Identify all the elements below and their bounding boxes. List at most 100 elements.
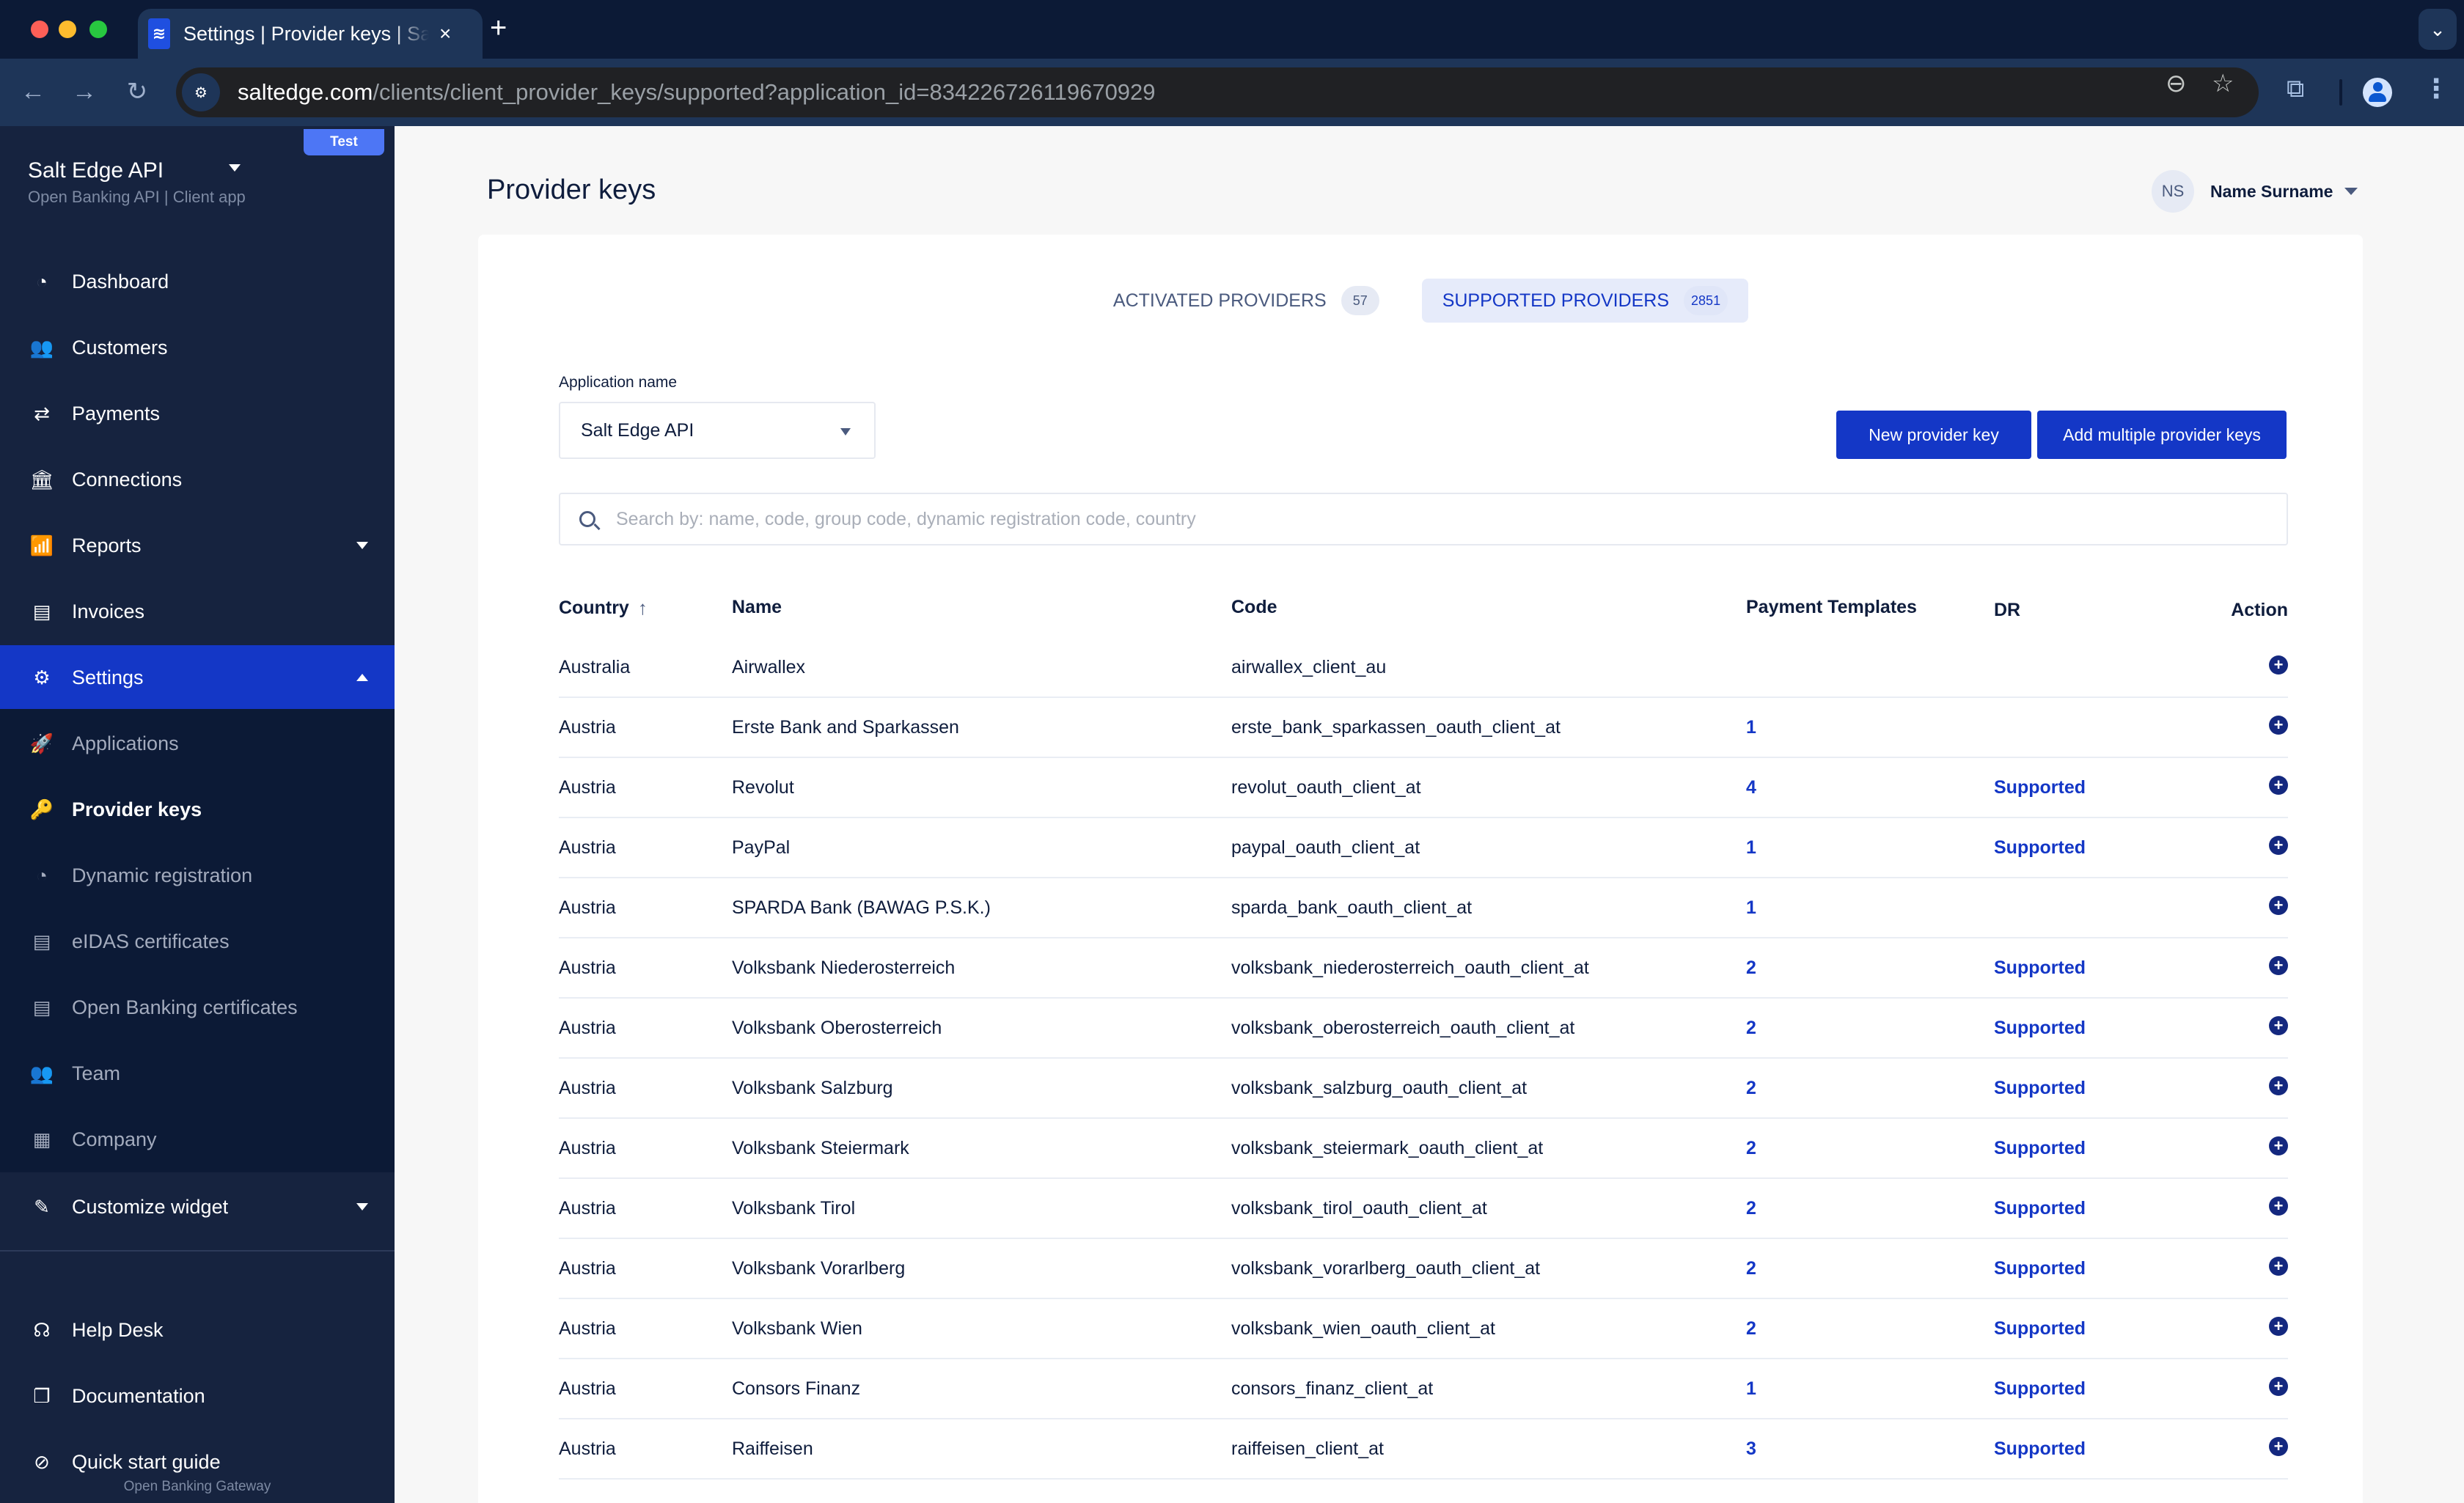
tab-title: Settings | Provider keys | Salt Edge [183, 22, 429, 45]
sidebar-divider [0, 1250, 395, 1252]
application-select-value: Salt Edge API [581, 419, 694, 441]
cell-dr: Supported [1994, 958, 2086, 978]
sidebar-item-customize-widget[interactable]: ✎ Customize widget [0, 1175, 395, 1239]
table-row: Austria Volksbank Wien volksbank_wien_oaut… [559, 1299, 2288, 1359]
app-switcher-caret-icon[interactable] [229, 164, 241, 172]
add-provider-key-plus-icon[interactable]: + [2269, 776, 2288, 795]
column-header-payment-templates: Payment Templates [1746, 597, 1917, 617]
sort-ascending-icon[interactable]: ↑ [638, 597, 648, 620]
cell-payment-templates[interactable]: 2 [1746, 958, 1756, 979]
sidebar-item-help-desk[interactable]: ☊ Help Desk [0, 1298, 395, 1362]
headset-icon: ☊ [33, 1318, 51, 1341]
cell-payment-templates[interactable]: 1 [1746, 837, 1756, 859]
cell-payment-templates[interactable]: 2 [1746, 1018, 1756, 1039]
cell-payment-templates[interactable]: 2 [1746, 1318, 1756, 1340]
add-multiple-provider-keys-button[interactable]: Add multiple provider keys [2037, 411, 2287, 459]
sidebar-item-dashboard[interactable]: ◔ Dashboard [0, 249, 395, 314]
dashboard-gauge-icon: ◔ [36, 270, 48, 293]
add-provider-key-plus-icon[interactable]: + [2269, 1317, 2288, 1336]
certificate-icon: ▤ [32, 930, 51, 952]
cell-payment-templates[interactable]: 2 [1746, 1078, 1756, 1099]
browser-tab-active[interactable]: ≋ Settings | Provider keys | Salt Edge × [138, 9, 483, 59]
tab-supported-providers[interactable]: SUPPORTED PROVIDERS 2851 [1421, 279, 1749, 323]
sidebar-item-label: Provider keys [72, 798, 202, 820]
address-bar[interactable]: ⚙ saltedge.com/clients/client_provider_k… [176, 67, 2259, 117]
zoom-out-icon[interactable]: ⊖ [2166, 69, 2187, 98]
cell-payment-templates[interactable]: 3 [1746, 1438, 1756, 1460]
avatar[interactable]: NS [2152, 170, 2194, 213]
sidebar-item-open-banking-certificates[interactable]: ▤ Open Banking certificates [0, 975, 395, 1040]
sidebar-item-settings[interactable]: ⚙ Settings [0, 645, 395, 710]
add-provider-key-plus-icon[interactable]: + [2269, 836, 2288, 855]
sidebar-item-eidas-certificates[interactable]: ▤ eIDAS certificates [0, 909, 395, 974]
profile-avatar-icon[interactable] [2363, 78, 2392, 107]
sidebar-item-payments[interactable]: ⇄ Payments [0, 381, 395, 446]
cell-payment-templates[interactable]: 1 [1746, 897, 1756, 919]
add-provider-key-plus-icon[interactable]: + [2269, 1377, 2288, 1396]
url-text[interactable]: saltedge.com/clients/client_provider_key… [238, 79, 1156, 106]
sidebar-item-team[interactable]: 👥 Team [0, 1041, 395, 1106]
search-field[interactable] [559, 493, 2288, 545]
caret-down-icon[interactable] [2344, 188, 2358, 195]
extensions-puzzle-icon[interactable]: ⧉ [2287, 75, 2304, 103]
cell-payment-templates[interactable]: 4 [1746, 777, 1756, 798]
tab-activated-providers[interactable]: ACTIVATED PROVIDERS 57 [1093, 279, 1400, 323]
cell-payment-templates[interactable]: 2 [1746, 1198, 1756, 1219]
payments-hand-icon: ⇄ [34, 402, 50, 425]
add-provider-key-plus-icon[interactable]: + [2269, 1016, 2288, 1035]
user-name[interactable]: Name Surname [2210, 182, 2333, 202]
bookmark-star-icon[interactable]: ☆ [2212, 69, 2234, 98]
cell-country: Austria [559, 1078, 616, 1098]
tab-close-icon[interactable]: × [439, 22, 451, 45]
window-zoom-button[interactable] [89, 21, 107, 38]
new-tab-button[interactable]: + [490, 12, 507, 45]
table-row: Australia Airwallex airwallex_client_au + [559, 638, 2288, 698]
sidebar-item-dynamic-registration[interactable]: ◔ Dynamic registration [0, 843, 395, 908]
user-menu[interactable]: NS Name Surname [2152, 170, 2358, 213]
add-provider-key-plus-icon[interactable]: + [2269, 655, 2288, 675]
cell-payment-templates[interactable]: 1 [1746, 1378, 1756, 1400]
add-provider-key-plus-icon[interactable]: + [2269, 956, 2288, 975]
column-header-action: Action [2231, 600, 2288, 620]
window-minimize-button[interactable] [59, 21, 76, 38]
sidebar-item-reports[interactable]: 📶 Reports [0, 513, 395, 578]
add-provider-key-plus-icon[interactable]: + [2269, 896, 2288, 915]
caret-down-icon [840, 428, 851, 436]
back-arrow-icon[interactable]: ← [16, 75, 50, 109]
sidebar-item-connections[interactable]: 🏛 Connections [0, 447, 395, 512]
sidebar-item-invoices[interactable]: ▤ Invoices [0, 579, 395, 644]
add-provider-key-plus-icon[interactable]: + [2269, 1076, 2288, 1095]
cell-code: volksbank_tirol_oauth_client_at [1231, 1198, 1487, 1219]
forward-arrow-icon[interactable]: → [67, 75, 101, 109]
reload-icon[interactable]: ↻ [120, 75, 154, 109]
sidebar-item-provider-keys[interactable]: 🔑 Provider keys [0, 777, 395, 842]
cell-payment-templates[interactable]: 2 [1746, 1138, 1756, 1159]
tab-search-chevron-icon[interactable]: ⌄ [2419, 9, 2457, 50]
sidebar-item-applications[interactable]: 🚀 Applications [0, 711, 395, 776]
site-info-icon[interactable]: ⚙ [182, 73, 220, 111]
new-provider-key-button[interactable]: New provider key [1836, 411, 2031, 459]
sidebar-item-label: Customers [72, 336, 168, 359]
app-title[interactable]: Salt Edge API [28, 158, 164, 183]
column-header-dr: DR [1994, 600, 2021, 620]
application-select[interactable]: Salt Edge API [559, 402, 876, 459]
sidebar-item-documentation[interactable]: ❐ Documentation [0, 1364, 395, 1428]
sidebar-item-label: eIDAS certificates [72, 930, 230, 952]
page-title: Provider keys [487, 174, 656, 205]
sidebar-item-label: Applications [72, 732, 179, 754]
sidebar-item-customers[interactable]: 👥 Customers [0, 315, 395, 380]
add-provider-key-plus-icon[interactable]: + [2269, 716, 2288, 735]
window-close-button[interactable] [31, 21, 48, 38]
sidebar: Test Salt Edge API Open Banking API | Cl… [0, 126, 395, 1503]
add-provider-key-plus-icon[interactable]: + [2269, 1257, 2288, 1276]
sidebar-item-company[interactable]: ▦ Company [0, 1107, 395, 1172]
add-provider-key-plus-icon[interactable]: + [2269, 1197, 2288, 1216]
cell-payment-templates[interactable]: 1 [1746, 717, 1756, 738]
add-provider-key-plus-icon[interactable]: + [2269, 1136, 2288, 1155]
add-provider-key-plus-icon[interactable]: + [2269, 1437, 2288, 1456]
column-header-country[interactable]: Country ↑ [559, 597, 648, 620]
search-input[interactable] [616, 508, 2229, 530]
browser-menu-icon[interactable]: ⋮ [2423, 73, 2449, 104]
provider-keys-card: ACTIVATED PROVIDERS 57 SUPPORTED PROVIDE… [478, 235, 2363, 1503]
cell-payment-templates[interactable]: 2 [1746, 1258, 1756, 1279]
